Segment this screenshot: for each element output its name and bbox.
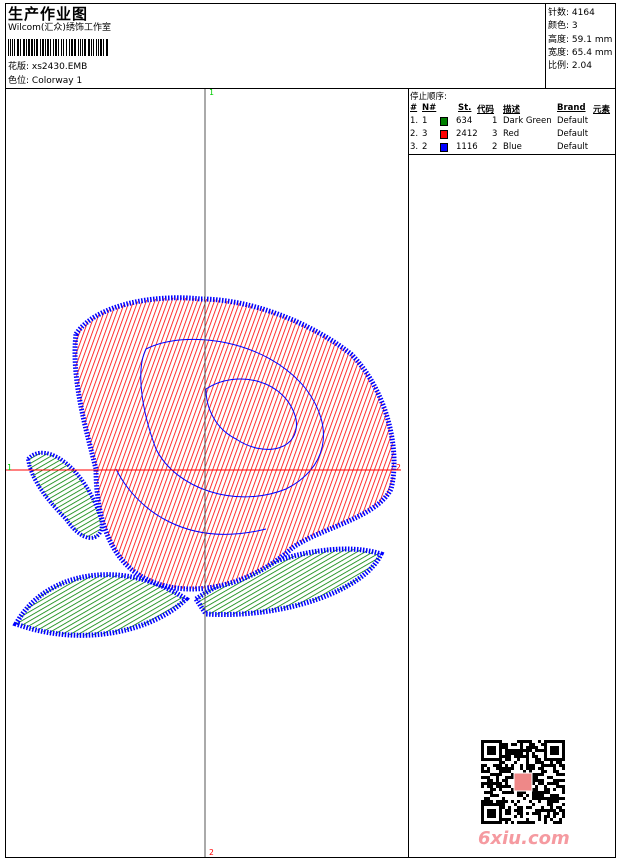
color-swatch <box>440 130 448 139</box>
cell-n: 1 <box>422 116 428 126</box>
cell-idx: 1. <box>410 116 419 126</box>
watermark: 6xiu.com <box>478 828 570 849</box>
info-scale: 比例: 2.04 <box>548 61 592 72</box>
cell-idx: 2. <box>410 129 419 139</box>
info-colors: 颜色: 3 <box>548 21 578 32</box>
page-title: 生产作业图 <box>8 5 89 23</box>
design-label: 花版: <box>8 62 30 72</box>
cell-idx: 3. <box>410 142 419 152</box>
info-stitches: 针数: 4164 <box>548 8 595 18</box>
marker-bottom: 2 <box>209 848 214 857</box>
cell-st: 634 <box>456 116 473 126</box>
color-swatch <box>440 143 448 152</box>
leaf-left <box>25 450 104 540</box>
panel-divider <box>408 88 409 858</box>
cell-desc: Blue <box>503 142 522 152</box>
color-swatch <box>440 117 448 126</box>
cell-n: 2 <box>422 142 428 152</box>
company-name: Wilcom(汇众)绣饰工作室 <box>8 23 111 33</box>
cell-brand: Default <box>557 142 589 152</box>
marker-right: 2 <box>396 463 401 472</box>
colorway-value: Colorway 1 <box>31 76 83 86</box>
cell-brand: Default <box>557 129 589 139</box>
cell-st: 2412 <box>456 129 478 139</box>
design-value: xs2430.EMB <box>31 62 88 72</box>
marker-top: 1 <box>209 88 214 97</box>
cell-brand: Default <box>557 116 589 126</box>
design-info: 针数: 4164 颜色: 3 高度: 59.1 mm 宽度: 65.4 mm 比… <box>548 5 612 71</box>
cell-desc: Red <box>503 129 520 139</box>
info-height: 高度: 59.1 mm <box>548 34 613 45</box>
design-file: 花版: xs2430.EMB <box>8 61 87 73</box>
cell-code: 3 <box>492 129 498 139</box>
table-row: 2. 3 2412 3 Red Default <box>410 129 616 142</box>
design-preview <box>6 89 401 857</box>
cell-code: 2 <box>492 142 498 152</box>
stop-sequence-title: 停止顺序: <box>410 92 447 102</box>
colorway: 色位: Colorway 1 <box>8 75 82 87</box>
rose-flower <box>72 295 397 592</box>
table-row: 1. 1 634 1 Dark Green Default <box>410 116 616 129</box>
colorway-label: 色位: <box>8 76 30 86</box>
info-width: 宽度: 65.4 mm <box>548 47 613 58</box>
qr-code <box>481 740 565 824</box>
marker-left: 1 <box>7 463 12 472</box>
cell-code: 1 <box>492 116 498 126</box>
table-header: # N# St. 代码 描述 Brand 元素 <box>410 103 611 115</box>
barcode <box>8 39 108 56</box>
table-row: 3. 2 1116 2 Blue Default <box>410 142 616 155</box>
cell-desc: Dark Green <box>503 116 552 126</box>
cell-st: 1116 <box>456 142 478 152</box>
cell-n: 3 <box>422 129 428 139</box>
info-divider <box>545 3 546 88</box>
